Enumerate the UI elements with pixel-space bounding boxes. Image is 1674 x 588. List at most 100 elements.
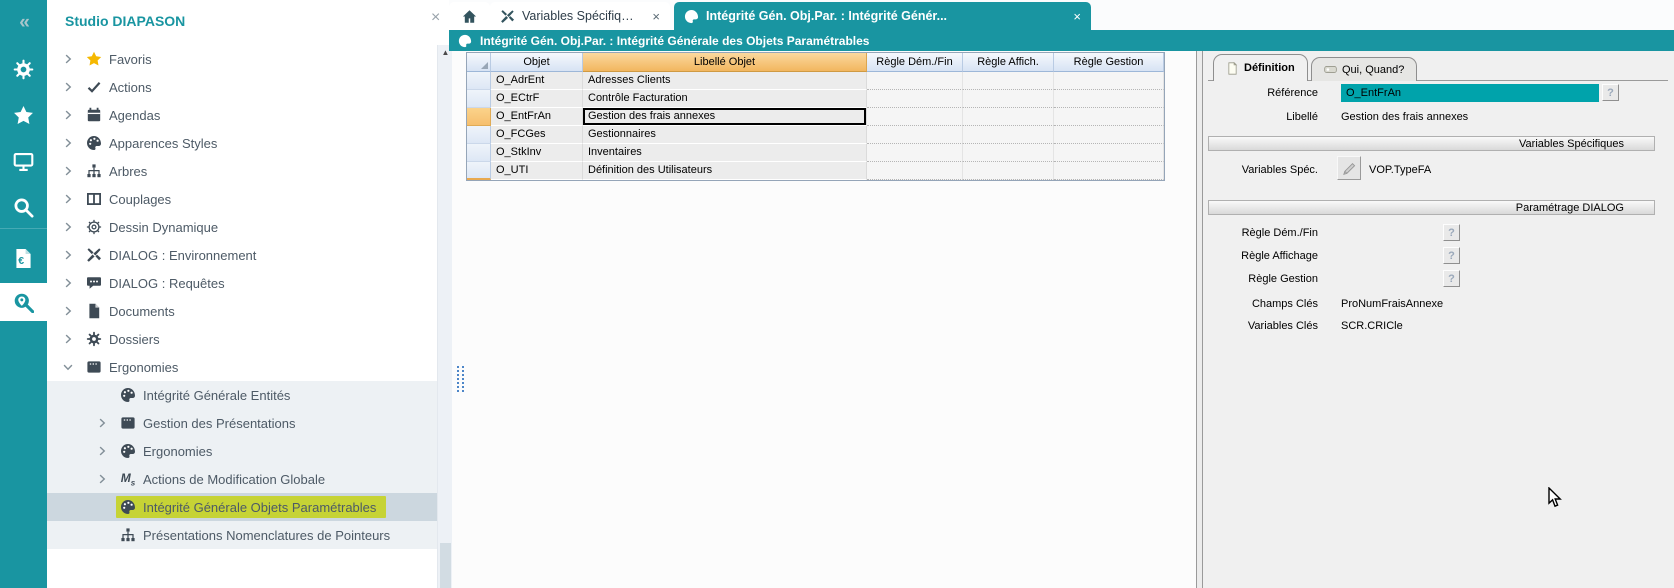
sidebar-item-favoris[interactable]: Favoris xyxy=(47,45,437,73)
regle-affichage-help-button[interactable]: ? xyxy=(1443,247,1460,264)
sidebar-scrollbar[interactable]: ▲ xyxy=(437,45,453,588)
cell-regle-affich[interactable] xyxy=(963,126,1054,144)
row-selector[interactable] xyxy=(467,72,491,90)
row-selector[interactable] xyxy=(467,108,491,126)
rail-item-favorites[interactable] xyxy=(0,96,47,134)
cell-regle-affich[interactable] xyxy=(963,162,1054,180)
row-selector[interactable] xyxy=(467,90,491,108)
rail-item-screens[interactable] xyxy=(0,142,47,180)
reference-help-button[interactable]: ? xyxy=(1602,84,1619,101)
sidebar-item-gestion-des-présentations[interactable]: Gestion des Présentations xyxy=(47,409,437,437)
sidebar-item-apparences-styles[interactable]: Apparences Styles xyxy=(47,129,437,157)
rail-item-collapse-sidebar[interactable]: « xyxy=(0,4,47,42)
sidebar-item-ergonomies[interactable]: Ergonomies xyxy=(47,353,437,381)
regle-dem-fin-help-button[interactable]: ? xyxy=(1443,224,1460,241)
tab-variables-specifiques[interactable]: Variables Spécifiques× xyxy=(490,2,670,30)
chevron-right-icon[interactable] xyxy=(62,109,74,121)
column-header-r-gle-gestion[interactable]: Règle Gestion xyxy=(1054,53,1164,72)
cell-regle-affich[interactable] xyxy=(963,72,1054,90)
sidebar-item-dessin-dynamique[interactable]: Dessin Dynamique xyxy=(47,213,437,241)
cell-libelle[interactable]: Adresses Clients xyxy=(583,72,867,90)
cell-objet[interactable]: O_EntFrAn xyxy=(491,108,583,126)
tab-close-icon[interactable]: × xyxy=(1073,9,1081,24)
chevron-right-icon[interactable] xyxy=(62,193,74,205)
rail-item-billing-documents[interactable]: € xyxy=(0,239,47,277)
tab-definition[interactable]: Définition xyxy=(1213,54,1308,81)
chevron-right-icon[interactable] xyxy=(62,249,74,261)
cell-objet[interactable]: O_FCGes xyxy=(491,126,583,144)
column-header-r-gle-affich-[interactable]: Règle Affich. xyxy=(963,53,1054,72)
chevron-right-icon[interactable] xyxy=(62,333,74,345)
chevron-right-icon[interactable] xyxy=(62,165,74,177)
cell-regle-dem-fin[interactable] xyxy=(867,126,963,144)
sidebar-item-arbres[interactable]: Arbres xyxy=(47,157,437,185)
cell-regle-gestion[interactable] xyxy=(1054,144,1164,162)
cell-regle-dem-fin[interactable] xyxy=(867,90,963,108)
row-selector[interactable] xyxy=(467,162,491,180)
vertical-splitter[interactable] xyxy=(1196,51,1203,588)
sidebar-item-actions[interactable]: Actions xyxy=(47,73,437,101)
sidebar-item-actions-de-modification-globale[interactable]: MsActions de Modification Globale xyxy=(47,465,437,493)
chevron-right-icon[interactable] xyxy=(62,53,74,65)
cell-regle-affich[interactable] xyxy=(963,90,1054,108)
sidebar-item-couplages[interactable]: Couplages xyxy=(47,185,437,213)
rail-item-search-locate[interactable] xyxy=(0,283,47,321)
sidebar-item-documents[interactable]: Documents xyxy=(47,297,437,325)
cell-regle-gestion[interactable] xyxy=(1054,162,1164,180)
tab-close-icon[interactable]: × xyxy=(652,9,660,24)
tab-integrite-gen[interactable]: Intégrité Gén. Obj.Par. : Intégrité Géné… xyxy=(674,2,1091,30)
cell-regle-gestion[interactable] xyxy=(1054,108,1164,126)
sidebar-close-icon[interactable]: × xyxy=(431,9,440,27)
cell-objet[interactable]: O_ECtrF xyxy=(491,90,583,108)
chevron-right-icon[interactable] xyxy=(62,81,74,93)
column-header-libell-objet[interactable]: Libellé Objet xyxy=(583,53,867,72)
sidebar-item-dialog-requêtes[interactable]: DIALOG : Requêtes xyxy=(47,269,437,297)
cell-regle-affich[interactable] xyxy=(963,108,1054,126)
cell-libelle[interactable]: Contrôle Facturation xyxy=(583,90,867,108)
cell-regle-gestion[interactable] xyxy=(1054,90,1164,108)
chevron-right-icon[interactable] xyxy=(96,417,108,429)
chevron-right-icon[interactable] xyxy=(96,473,108,485)
rail-item-modules[interactable] xyxy=(0,50,47,88)
cell-objet[interactable]: O_UTI xyxy=(491,162,583,180)
sidebar-item-dialog-environnement[interactable]: DIALOG : Environnement xyxy=(47,241,437,269)
tab-qui-quand[interactable]: Qui, Quand? xyxy=(1311,57,1417,81)
rail-item-search[interactable] xyxy=(0,188,47,226)
scrollbar-thumb[interactable] xyxy=(440,543,451,588)
tab-home[interactable] xyxy=(449,2,490,30)
cell-libelle[interactable]: Gestion des frais annexes xyxy=(583,108,867,126)
row-selector[interactable] xyxy=(467,126,491,144)
cell-libelle[interactable]: Gestionnaires xyxy=(583,126,867,144)
chevron-right-icon[interactable] xyxy=(62,305,74,317)
chevron-right-icon[interactable] xyxy=(62,277,74,289)
cell-regle-dem-fin[interactable] xyxy=(867,72,963,90)
sidebar-item-dossiers[interactable]: Dossiers xyxy=(47,325,437,353)
chevron-right-icon[interactable] xyxy=(96,445,108,457)
variables-spec-picker-button[interactable] xyxy=(1337,156,1361,180)
column-header-objet[interactable]: Objet xyxy=(491,53,583,72)
cell-libelle[interactable]: Inventaires xyxy=(583,144,867,162)
table-corner-cell[interactable] xyxy=(467,53,491,72)
sidebar-item-intégrité-générale-objets-paramétrables[interactable]: Intégrité Générale Objets Paramétrables xyxy=(47,493,437,521)
cell-regle-affich[interactable] xyxy=(963,144,1054,162)
sidebar-item-ergonomies[interactable]: Ergonomies xyxy=(47,437,437,465)
sidebar-item-présentations-nomenclatures-de-pointeurs[interactable]: Présentations Nomenclatures de Pointeurs xyxy=(47,521,437,549)
chevron-right-icon[interactable] xyxy=(62,221,74,233)
chevron-right-icon[interactable] xyxy=(62,137,74,149)
splitter-grip[interactable] xyxy=(457,366,464,392)
column-header-r-gle-d-m-fin[interactable]: Règle Dém./Fin xyxy=(867,53,963,72)
cell-regle-dem-fin[interactable] xyxy=(867,162,963,180)
cell-libelle[interactable]: Définition des Utilisateurs xyxy=(583,162,867,180)
cell-objet[interactable]: O_StkInv xyxy=(491,144,583,162)
sidebar-item-intégrité-générale-entités[interactable]: Intégrité Générale Entités xyxy=(47,381,437,409)
regle-gestion-help-button[interactable]: ? xyxy=(1443,270,1460,287)
chevron-down-icon[interactable] xyxy=(62,361,74,373)
cell-regle-dem-fin[interactable] xyxy=(867,144,963,162)
cell-regle-dem-fin[interactable] xyxy=(867,108,963,126)
cell-regle-gestion[interactable] xyxy=(1054,126,1164,144)
sidebar-item-agendas[interactable]: Agendas xyxy=(47,101,437,129)
cell-objet[interactable]: O_AdrEnt xyxy=(491,72,583,90)
row-selector[interactable] xyxy=(467,144,491,162)
cell-regle-gestion[interactable] xyxy=(1054,72,1164,90)
reference-field[interactable]: O_EntFrAn xyxy=(1341,84,1599,102)
